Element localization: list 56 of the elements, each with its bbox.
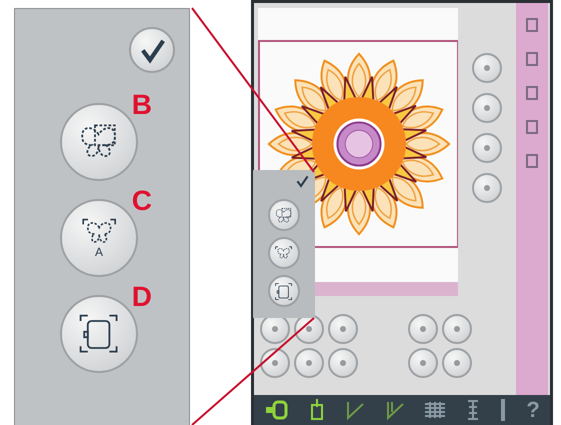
tool-button[interactable] <box>442 314 472 344</box>
butterfly-icon <box>274 206 294 225</box>
dot-icon <box>452 358 462 368</box>
tool-button[interactable] <box>472 93 502 123</box>
taskbar-button[interactable] <box>466 399 480 421</box>
taskbar-button[interactable] <box>344 400 365 420</box>
stitch-icon <box>344 400 365 420</box>
taskbar-button[interactable] <box>425 402 446 418</box>
taskbar-button[interactable] <box>264 400 290 420</box>
tool-icon[interactable] <box>525 119 539 135</box>
dot-icon <box>482 103 492 113</box>
icon-letter: A <box>94 246 103 258</box>
bobbin-icon <box>310 399 324 421</box>
stitch-icon <box>385 400 406 420</box>
tool-button[interactable] <box>408 348 438 378</box>
dot-icon <box>482 63 492 73</box>
popup-button[interactable] <box>268 199 300 232</box>
dot-icon <box>270 358 280 368</box>
dot-icon <box>304 358 314 368</box>
taskbar-button[interactable] <box>385 400 406 420</box>
grid-icon <box>425 402 446 418</box>
callout-letter: D <box>132 283 152 311</box>
hoop-icon <box>264 400 290 420</box>
callout-letter: B <box>132 91 152 119</box>
dot-icon <box>338 358 348 368</box>
tool-button[interactable] <box>328 348 358 378</box>
tool-icon[interactable] <box>525 51 539 67</box>
dot-icon <box>270 324 280 334</box>
tool-button[interactable] <box>472 53 502 83</box>
dot-icon <box>338 324 348 334</box>
dot-icon <box>304 324 314 334</box>
tool-button[interactable] <box>328 314 358 344</box>
dot-icon <box>418 358 428 368</box>
butterfly-icon <box>274 246 294 261</box>
dot-icon <box>482 143 492 153</box>
dot-icon <box>418 324 428 334</box>
hoop-icon <box>274 282 294 301</box>
needle-icon <box>500 399 506 421</box>
tool-button[interactable] <box>472 173 502 203</box>
tool-icon[interactable] <box>525 153 539 169</box>
check-icon <box>294 174 309 188</box>
tool-button[interactable] <box>260 348 290 378</box>
tool-button[interactable] <box>442 348 472 378</box>
tool-button[interactable] <box>294 348 324 378</box>
popup-button[interactable] <box>268 275 300 308</box>
tool-icon[interactable] <box>525 17 539 33</box>
dot-icon <box>452 324 462 334</box>
confirm-button[interactable] <box>129 27 175 73</box>
help-button[interactable]: ? <box>526 397 540 423</box>
tension-icon <box>466 399 480 421</box>
dot-icon <box>482 183 492 193</box>
tool-button[interactable] <box>472 133 502 163</box>
taskbar-button[interactable] <box>500 399 506 421</box>
taskbar-button[interactable] <box>310 399 324 421</box>
tool-button[interactable] <box>408 314 438 344</box>
tool-icon[interactable] <box>525 85 539 101</box>
